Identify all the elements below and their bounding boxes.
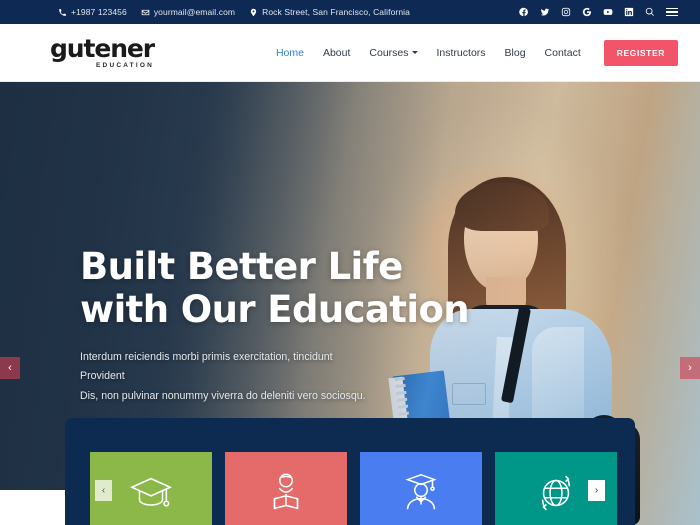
topbar-phone[interactable]: +1987 123456 (58, 7, 127, 17)
burger-line (666, 11, 678, 13)
nav-item-home[interactable]: Home (276, 47, 304, 59)
main-navigation: Home About Courses Instructors Blog Cont… (276, 39, 678, 66)
nav-item-contact-label: Contact (544, 46, 581, 59)
globe-icon (533, 470, 579, 516)
burger-line (666, 14, 678, 16)
topbar-address-text: Rock Street, San Francisco, California (262, 7, 410, 17)
nav-item-blog[interactable]: Blog (505, 47, 526, 59)
nav-item-about[interactable]: About (323, 47, 350, 59)
quick-links-panel: Programs Events (65, 418, 635, 525)
chevron-down-icon (411, 51, 418, 54)
cards-prev-arrow[interactable]: ‹ (95, 480, 112, 501)
hero-prev-arrow[interactable]: ‹ (0, 357, 20, 379)
topbar-email[interactable]: yourmail@email.com (141, 7, 235, 17)
quick-links-carousel: Programs Events (90, 452, 617, 525)
facebook-icon[interactable] (519, 7, 529, 17)
logo-tagline: EDUCATION (96, 62, 154, 69)
nav-item-about-label: About (322, 46, 351, 59)
site-logo[interactable]: gutener EDUCATION (50, 34, 155, 69)
youtube-icon[interactable] (603, 7, 613, 17)
person-reading-icon (263, 470, 309, 516)
hero-next-arrow[interactable]: › (680, 357, 700, 379)
phone-icon (58, 8, 67, 17)
logo-wordmark: gutener (50, 34, 155, 63)
burger-line (666, 8, 678, 10)
instagram-icon[interactable] (561, 7, 571, 17)
nav-item-instructors-label: Instructors (436, 46, 486, 59)
topbar-address: Rock Street, San Francisco, California (249, 7, 410, 17)
site-header: gutener EDUCATION Home About Courses Ins… (0, 24, 700, 82)
register-button[interactable]: REGISTER (603, 39, 678, 66)
nav-item-home-label: Home (275, 46, 304, 59)
nav-item-blog-label: Blog (504, 46, 526, 59)
nav-item-courses[interactable]: Courses (369, 46, 418, 59)
hero-subtitle-line2: Dis, non pulvinar nonummy viverra do del… (80, 390, 366, 402)
graduate-person-icon (398, 470, 444, 516)
nav-item-instructors[interactable]: Instructors (437, 47, 486, 59)
hamburger-menu-icon[interactable] (666, 8, 678, 16)
hero-subtitle: Interdum reiciendis morbi primis exercit… (80, 348, 380, 407)
topbar-phone-text: +1987 123456 (71, 7, 127, 17)
topbar-email-text: yourmail@email.com (153, 7, 236, 17)
hero-title: Built Better Life with Our Education (80, 245, 480, 332)
twitter-icon[interactable] (540, 7, 550, 17)
quick-link-card-events[interactable]: Events (225, 452, 347, 525)
hero-title-line2: with Our Education (80, 287, 470, 331)
location-pin-icon (249, 8, 258, 17)
hero-subtitle-line1: Interdum reiciendis morbi primis exercit… (80, 350, 333, 383)
top-bar-social-group (519, 7, 686, 17)
nav-item-courses-label: Courses (369, 46, 409, 59)
nav-item-contact[interactable]: Contact (545, 47, 581, 59)
linkedin-icon[interactable] (624, 7, 634, 17)
search-icon[interactable] (645, 7, 655, 17)
cards-next-arrow[interactable]: › (588, 480, 605, 501)
envelope-icon (141, 8, 150, 17)
quick-link-card-admissions[interactable]: Admissions (360, 452, 482, 525)
google-icon[interactable] (582, 7, 592, 17)
top-bar: +1987 123456 yourmail@email.com Rock Str… (0, 0, 700, 24)
graduation-cap-icon (128, 470, 174, 516)
top-bar-contact-group: +1987 123456 yourmail@email.com Rock Str… (14, 7, 410, 17)
hero-title-line1: Built Better Life (80, 245, 403, 288)
page-background-strip (0, 490, 65, 525)
